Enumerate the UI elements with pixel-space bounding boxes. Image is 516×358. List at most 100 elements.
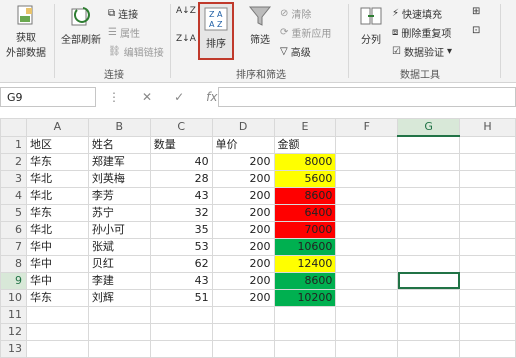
cell-a13[interactable] bbox=[25, 339, 89, 358]
cell-h3[interactable] bbox=[459, 169, 516, 188]
cell-d4[interactable]: 200 bbox=[211, 186, 275, 205]
column-header-a[interactable]: A bbox=[25, 118, 89, 137]
column-header-g[interactable]: G bbox=[397, 118, 461, 137]
row-header[interactable]: 8 bbox=[0, 254, 27, 273]
cell-b4[interactable]: 李芳 bbox=[87, 186, 151, 205]
sort-ascending-button[interactable]: A↓Z bbox=[176, 6, 196, 16]
cell-g4[interactable] bbox=[397, 186, 461, 205]
cell-a1[interactable]: 地区 bbox=[25, 135, 89, 154]
cell-c6[interactable]: 35 bbox=[149, 220, 213, 239]
cell-d10[interactable]: 200 bbox=[211, 288, 275, 307]
cell-g2[interactable] bbox=[397, 152, 461, 171]
cell-g6[interactable] bbox=[397, 220, 461, 239]
cell-h12[interactable] bbox=[459, 322, 516, 341]
cell-h5[interactable] bbox=[459, 203, 516, 222]
cell-g1[interactable] bbox=[397, 135, 461, 154]
cell-e13[interactable] bbox=[273, 339, 337, 358]
cell-b3[interactable]: 刘英梅 bbox=[87, 169, 151, 188]
sort-descending-button[interactable]: Z↓A bbox=[176, 34, 196, 44]
advanced-filter-button[interactable]: ▽ 高级 bbox=[280, 44, 311, 59]
cell-h9[interactable] bbox=[459, 271, 516, 290]
row-header[interactable]: 1 bbox=[0, 135, 27, 154]
cell-h1[interactable] bbox=[459, 135, 516, 154]
cell-a9[interactable]: 华中 bbox=[25, 271, 89, 290]
row-header[interactable]: 12 bbox=[0, 322, 27, 341]
cell-e11[interactable] bbox=[273, 305, 337, 324]
row-header[interactable]: 3 bbox=[0, 169, 27, 188]
cell-d1[interactable]: 单价 bbox=[211, 135, 275, 154]
properties-button[interactable]: ☰ 属性 bbox=[108, 25, 140, 40]
cell-e6[interactable]: 7000 bbox=[273, 220, 337, 239]
refresh-all-button[interactable]: 全部刷新 bbox=[58, 4, 104, 46]
cell-b6[interactable]: 孙小可 bbox=[87, 220, 151, 239]
cell-c7[interactable]: 53 bbox=[149, 237, 213, 256]
cell-g3[interactable] bbox=[397, 169, 461, 188]
cell-e12[interactable] bbox=[273, 322, 337, 341]
cell-a7[interactable]: 华中 bbox=[25, 237, 89, 256]
name-box[interactable]: G9 bbox=[0, 87, 96, 107]
cell-b1[interactable]: 姓名 bbox=[87, 135, 151, 154]
formula-input[interactable] bbox=[218, 87, 516, 107]
cell-e1[interactable]: 金额 bbox=[273, 135, 337, 154]
cell-c5[interactable]: 32 bbox=[149, 203, 213, 222]
cell-f7[interactable] bbox=[335, 237, 399, 256]
cell-b10[interactable]: 刘辉 bbox=[87, 288, 151, 307]
cell-f6[interactable] bbox=[335, 220, 399, 239]
cell-c11[interactable] bbox=[149, 305, 213, 324]
cell-b8[interactable]: 贝红 bbox=[87, 254, 151, 273]
cell-d12[interactable] bbox=[211, 322, 275, 341]
cell-a2[interactable]: 华东 bbox=[25, 152, 89, 171]
cell-h7[interactable] bbox=[459, 237, 516, 256]
cell-f10[interactable] bbox=[335, 288, 399, 307]
cell-d11[interactable] bbox=[211, 305, 275, 324]
cell-b2[interactable]: 郑建军 bbox=[87, 152, 151, 171]
cell-c9[interactable]: 43 bbox=[149, 271, 213, 290]
select-all-corner[interactable] bbox=[0, 118, 27, 137]
cell-d6[interactable]: 200 bbox=[211, 220, 275, 239]
sort-button[interactable]: Z AA Z 排序 bbox=[198, 2, 234, 60]
cell-f1[interactable] bbox=[335, 135, 399, 154]
cell-e3[interactable]: 5600 bbox=[273, 169, 337, 188]
cell-a4[interactable]: 华北 bbox=[25, 186, 89, 205]
column-header-e[interactable]: E bbox=[273, 118, 337, 137]
relationships-button[interactable]: ⊡ bbox=[472, 25, 480, 36]
cell-f8[interactable] bbox=[335, 254, 399, 273]
cell-c1[interactable]: 数量 bbox=[149, 135, 213, 154]
row-header[interactable]: 4 bbox=[0, 186, 27, 205]
filter-button[interactable]: 筛选 bbox=[244, 4, 276, 46]
column-header-c[interactable]: C bbox=[149, 118, 213, 137]
cell-c4[interactable]: 43 bbox=[149, 186, 213, 205]
cell-b5[interactable]: 苏宁 bbox=[87, 203, 151, 222]
get-external-data-button[interactable]: 获取 外部数据 bbox=[4, 4, 48, 59]
cell-d8[interactable]: 200 bbox=[211, 254, 275, 273]
cell-h6[interactable] bbox=[459, 220, 516, 239]
cell-h4[interactable] bbox=[459, 186, 516, 205]
cell-a12[interactable] bbox=[25, 322, 89, 341]
cell-c2[interactable]: 40 bbox=[149, 152, 213, 171]
row-header[interactable]: 7 bbox=[0, 237, 27, 256]
connections-button[interactable]: ⧉ 连接 bbox=[108, 6, 138, 21]
row-header[interactable]: 2 bbox=[0, 152, 27, 171]
cell-g13[interactable] bbox=[397, 339, 461, 358]
cell-a8[interactable]: 华中 bbox=[25, 254, 89, 273]
column-header-d[interactable]: D bbox=[211, 118, 275, 137]
cell-a11[interactable] bbox=[25, 305, 89, 324]
cell-g12[interactable] bbox=[397, 322, 461, 341]
cell-g11[interactable] bbox=[397, 305, 461, 324]
cell-b7[interactable]: 张斌 bbox=[87, 237, 151, 256]
column-header-b[interactable]: B bbox=[87, 118, 151, 137]
cell-f4[interactable] bbox=[335, 186, 399, 205]
row-header[interactable]: 5 bbox=[0, 203, 27, 222]
cell-e9[interactable]: 8600 bbox=[273, 271, 337, 290]
cell-h13[interactable] bbox=[459, 339, 516, 358]
row-header[interactable]: 11 bbox=[0, 305, 27, 324]
cell-e7[interactable]: 10600 bbox=[273, 237, 337, 256]
row-header[interactable]: 13 bbox=[0, 339, 27, 358]
cell-h10[interactable] bbox=[459, 288, 516, 307]
remove-duplicates-button[interactable]: ⧈ 删除重复项 bbox=[392, 25, 451, 40]
cell-d3[interactable]: 200 bbox=[211, 169, 275, 188]
cell-c8[interactable]: 62 bbox=[149, 254, 213, 273]
cell-f13[interactable] bbox=[335, 339, 399, 358]
column-header-f[interactable]: F bbox=[335, 118, 399, 137]
consolidate-button[interactable]: ⊞ bbox=[472, 6, 480, 17]
